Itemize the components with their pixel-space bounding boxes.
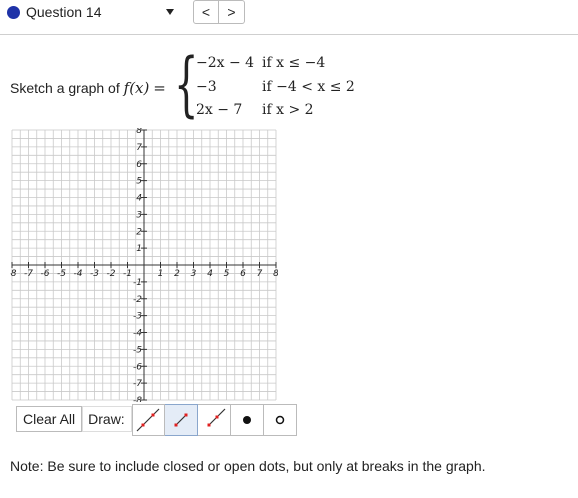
open-dot-tool-button[interactable] <box>263 404 297 436</box>
line-tool-button[interactable] <box>131 404 165 436</box>
y-tick-label: -2 <box>133 295 142 305</box>
x-tick-label: -2 <box>107 269 116 279</box>
question-select[interactable]: Question 14 <box>0 0 184 24</box>
case-3-expression: 2x − 7 <box>196 102 243 118</box>
x-tick-label: 5 <box>224 269 230 279</box>
x-tick-label: 7 <box>257 269 263 279</box>
y-tick-label: 8 <box>136 128 142 136</box>
ray-tool-button[interactable] <box>197 404 231 436</box>
x-tick-label: -5 <box>57 269 66 279</box>
case-2-condition: if −4 < x ≤ 2 <box>262 79 355 95</box>
y-tick-label: -5 <box>133 345 142 355</box>
open-dot-icon <box>275 415 284 425</box>
question-label: Question 14 <box>26 4 102 20</box>
x-tick-label: 4 <box>207 269 213 279</box>
chevron-left-icon: < <box>201 4 211 20</box>
x-tick-label: 3 <box>191 269 197 279</box>
y-tick-label: -3 <box>133 312 142 322</box>
case-2-expression: −3 <box>196 79 217 95</box>
question-status-dot <box>7 5 20 19</box>
piecewise-definition: { −2x − 4 if x ≤ −4 −3 if −4 < x ≤ 2 2x … <box>174 43 374 125</box>
x-tick-label: -8 <box>10 269 17 279</box>
line-icon <box>136 408 160 432</box>
y-tick-label: -4 <box>133 329 142 339</box>
y-tick-label: -7 <box>133 379 142 389</box>
segment-tool-button[interactable] <box>164 404 198 436</box>
x-tick-label: -4 <box>74 269 83 279</box>
case-3-condition: if x > 2 <box>262 102 314 118</box>
draw-label: Draw: <box>82 406 132 432</box>
y-tick-label: 2 <box>136 227 142 237</box>
y-tick-label: 5 <box>136 177 142 187</box>
draw-toolbar: Clear All Draw: <box>16 404 297 438</box>
x-tick-label: -3 <box>90 269 99 279</box>
chevron-right-icon: > <box>227 4 236 20</box>
y-tick-label: 7 <box>136 143 142 153</box>
header-divider <box>0 34 578 35</box>
y-tick-label: 1 <box>136 244 142 254</box>
segment-icon <box>174 413 188 427</box>
left-brace: { <box>174 43 199 125</box>
x-tick-label: -1 <box>123 269 132 279</box>
y-tick-label: 4 <box>136 194 142 204</box>
x-tick-label: -6 <box>41 269 50 279</box>
equals-sign: = <box>153 79 166 97</box>
y-tick-label: -8 <box>133 396 142 402</box>
case-1-condition: if x ≤ −4 <box>262 55 326 71</box>
x-tick-label: 2 <box>174 269 180 279</box>
dropdown-caret-icon <box>166 9 174 15</box>
next-question-button[interactable]: > <box>219 0 245 24</box>
graphing-canvas[interactable]: -8-7-6-5-4-3-2-11234567887654321-1-2-3-4… <box>10 128 278 402</box>
question-prompt: Sketch a graph of f(x) = <box>10 79 166 97</box>
y-tick-label: 6 <box>136 160 142 170</box>
prompt-text: Sketch a graph of <box>10 80 120 96</box>
closed-dot-icon <box>242 416 251 424</box>
question-nav: Question 14 < > <box>0 0 248 26</box>
x-tick-label: 6 <box>240 269 246 279</box>
note-text: Note: Be sure to include closed or open … <box>10 458 486 474</box>
previous-question-button[interactable]: < <box>193 0 219 24</box>
y-tick-label: -6 <box>133 362 142 372</box>
y-tick-label: -1 <box>133 278 142 288</box>
clear-all-button[interactable]: Clear All <box>16 406 83 432</box>
y-tick-label: 3 <box>136 210 142 220</box>
case-1-expression: −2x − 4 <box>196 55 255 71</box>
x-tick-label: -7 <box>24 269 33 279</box>
function-name: f(x) <box>123 79 150 97</box>
ray-icon <box>207 408 226 427</box>
closed-dot-tool-button[interactable] <box>230 404 264 436</box>
x-tick-label: 8 <box>273 269 278 279</box>
x-tick-label: 1 <box>158 269 164 279</box>
